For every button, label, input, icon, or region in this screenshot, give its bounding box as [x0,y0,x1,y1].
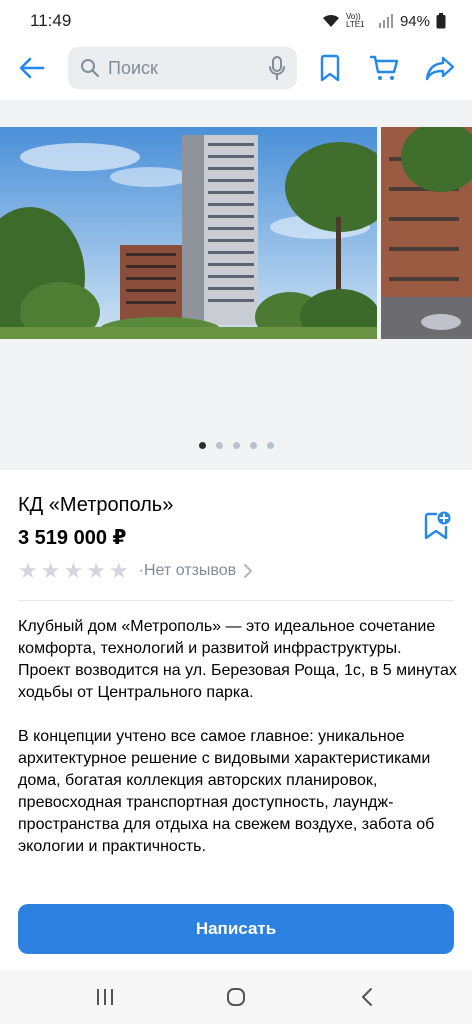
star-icon: ★ [40,558,61,583]
cart-icon [369,55,399,80]
search-input[interactable]: Поиск [68,47,297,89]
photo-gallery[interactable] [0,100,472,470]
system-nav-bar [0,970,472,1024]
status-bar: 11:49 Vo)) LTE1 94% [0,0,472,42]
battery-icon [436,13,446,29]
battery-percent: 94% [399,12,430,30]
home-button[interactable] [216,977,256,1017]
reviews-label: ·Нет отзывов [138,562,237,579]
back-arrow-icon [19,57,45,79]
product-price: 3 519 000 ₽ [18,527,127,549]
recent-apps-icon [97,989,114,1005]
description-paragraph: В концепции учтено все самое главное: ун… [18,728,435,855]
next-photo-preview[interactable] [381,127,472,339]
network-label: Vo)) LTE1 [345,12,365,29]
description-paragraph: Клубный дом «Метрополь» — это идеальное … [18,618,457,701]
top-bar: Поиск [0,42,472,96]
divider [18,600,454,601]
reviews-link[interactable]: ·Нет отзывов [138,562,253,580]
action-area: Написать [0,886,472,970]
gallery-pagination [0,442,472,449]
home-icon [226,988,245,1006]
recent-apps-button[interactable] [85,977,125,1017]
pagination-dot[interactable] [198,442,206,449]
building-facade-image [381,127,472,339]
bookmark-button[interactable] [310,48,350,88]
signal-icon [378,14,393,28]
product-title: КД «Метрополь» [18,494,174,516]
wifi-icon [322,14,339,27]
back-button[interactable] [12,48,52,88]
star-icon: ★ [18,558,38,583]
product-description: Клубный дом «Метрополь» — это идеальное … [18,616,458,880]
add-to-wishlist-button[interactable] [417,505,457,545]
bookmark-add-icon [424,511,451,540]
share-button[interactable] [420,48,460,88]
product-photo[interactable] [0,127,377,339]
system-back-button[interactable] [347,977,387,1017]
building-render-image [0,127,377,339]
share-icon [425,56,455,81]
rating-stars: ★ ★ ★ ★ ★ [18,560,129,582]
search-icon [81,59,99,77]
write-message-button[interactable]: Написать [18,904,454,954]
status-indicators: Vo)) LTE1 94% [322,13,446,30]
star-icon: ★ [63,558,84,583]
pagination-dot[interactable] [232,442,240,449]
pagination-dot[interactable] [215,442,223,449]
cart-button[interactable] [364,48,404,88]
status-time: 11:49 [30,11,72,30]
pagination-dot[interactable] [266,442,274,449]
search-placeholder: Поиск [108,57,158,78]
star-icon: ★ [108,558,129,583]
mic-icon[interactable] [269,56,285,80]
rating-row[interactable]: ★ ★ ★ ★ ★ ·Нет отзывов [18,558,253,584]
chevron-left-icon [361,988,372,1006]
bookmark-icon [320,54,340,82]
chevron-right-icon [244,564,253,578]
pagination-dot[interactable] [249,442,257,449]
star-icon: ★ [86,558,106,583]
